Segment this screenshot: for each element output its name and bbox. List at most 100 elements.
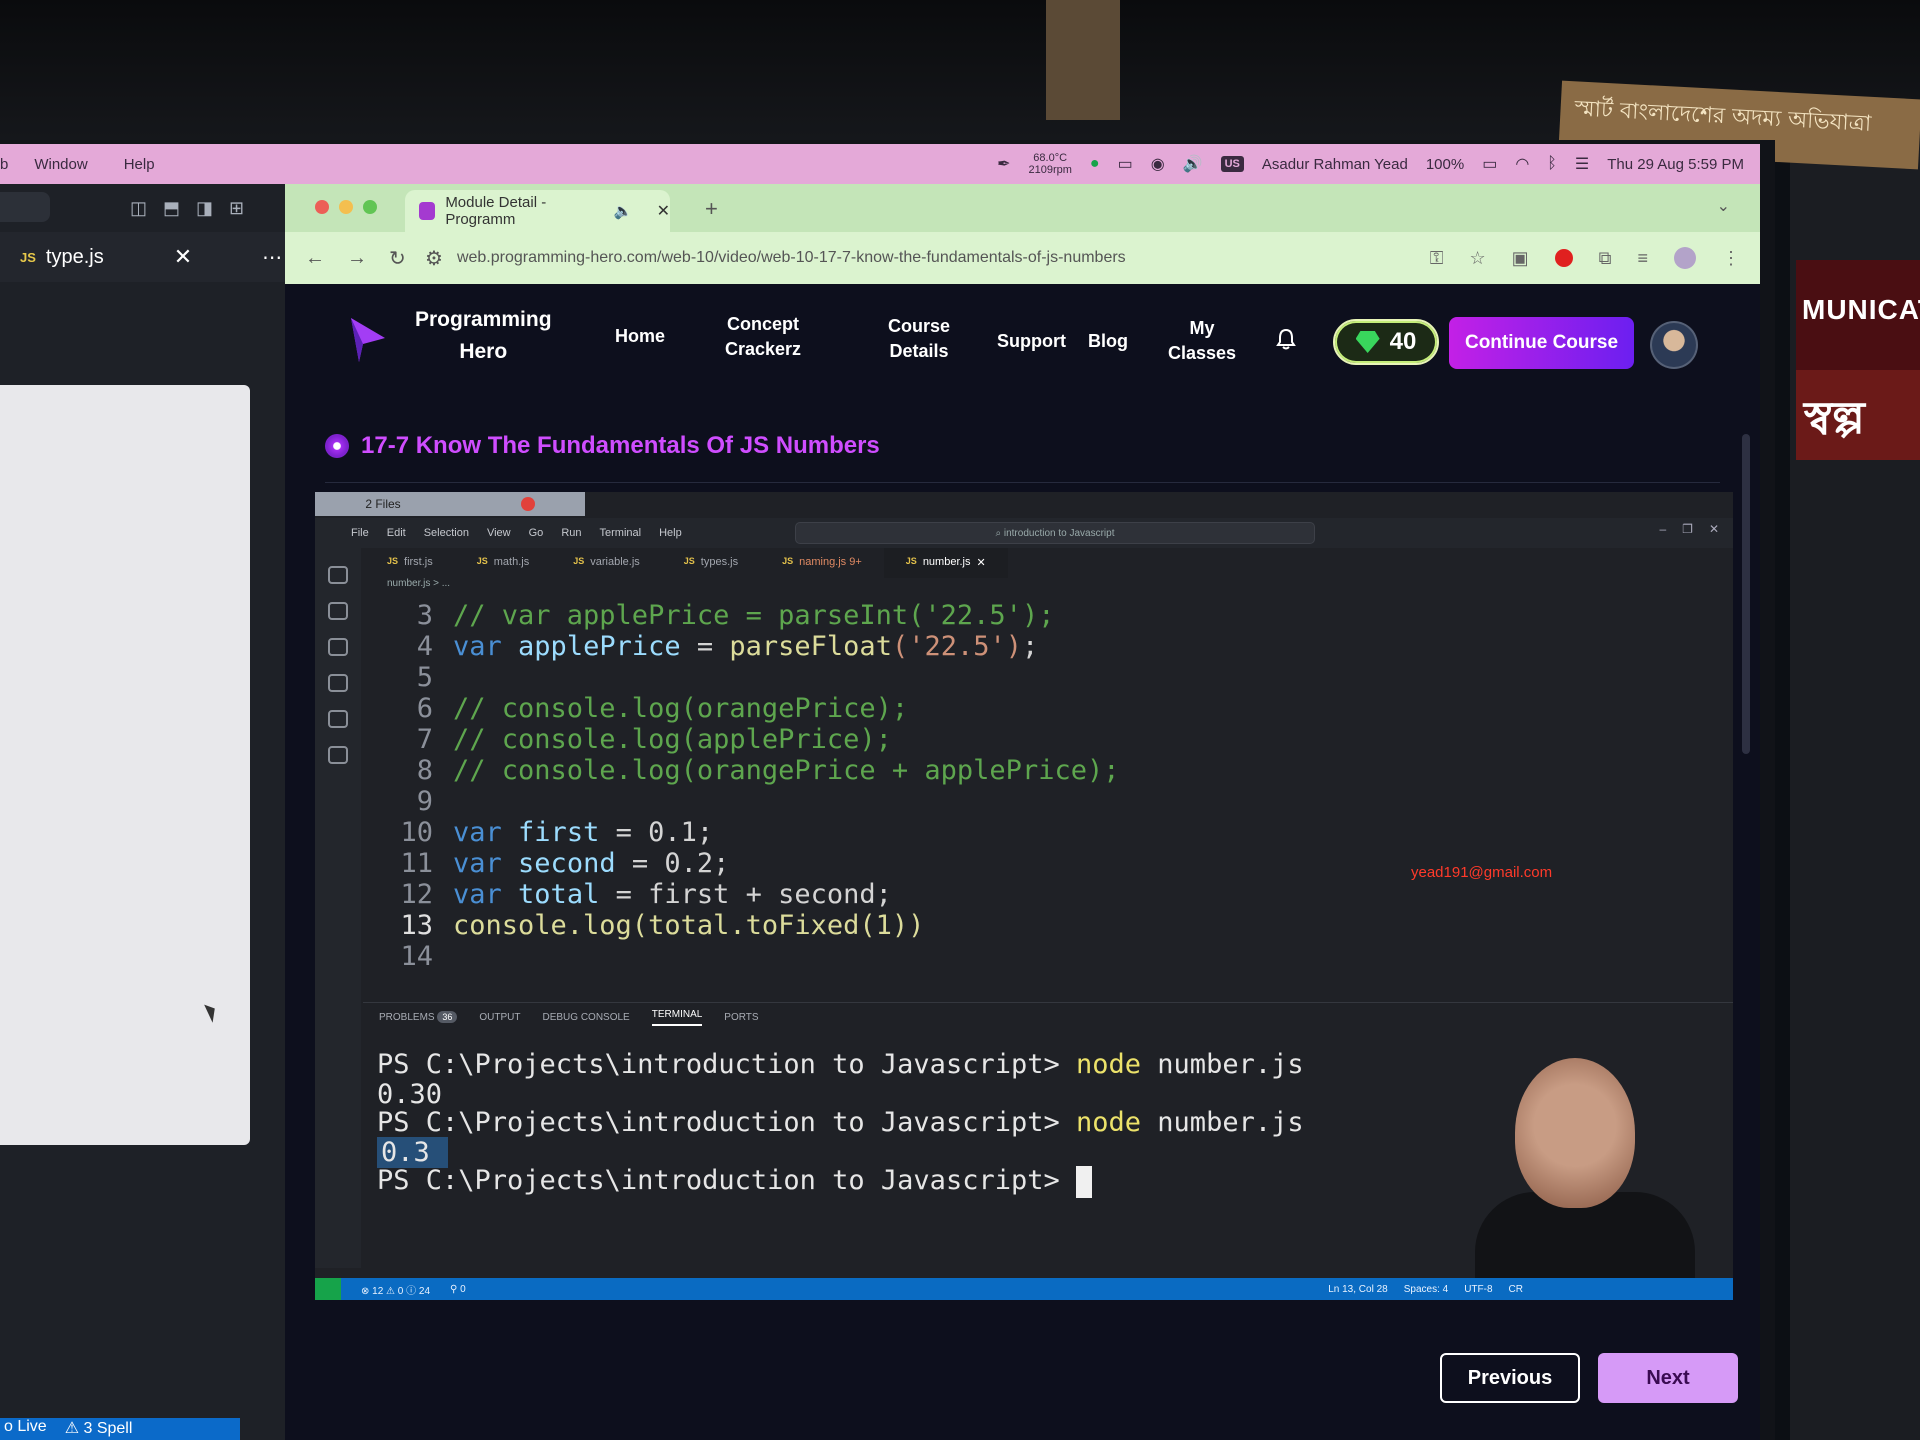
site-navbar: Programming Hero Home Concept Crackerz Cou… bbox=[285, 284, 1760, 394]
site-info-icon[interactable]: ⚙ bbox=[425, 246, 443, 271]
password-key-icon[interactable]: ⚿ bbox=[1430, 248, 1444, 269]
reading-list-icon[interactable]: ≡ bbox=[1637, 248, 1648, 269]
play-icon[interactable]: ◉ bbox=[1151, 154, 1165, 174]
clock[interactable]: Thu 29 Aug 5:59 PM bbox=[1607, 156, 1744, 173]
toggle-panel-icon[interactable]: ⬒ bbox=[163, 198, 180, 219]
previous-button[interactable]: Previous bbox=[1440, 1353, 1580, 1403]
app-icon[interactable]: ● bbox=[1090, 155, 1100, 173]
run-debug-icon bbox=[328, 674, 348, 692]
terminal-line: 0.3 bbox=[377, 1137, 448, 1168]
nav-course-details[interactable]: Course Details bbox=[888, 314, 950, 364]
adblock-extension-icon[interactable] bbox=[1554, 249, 1573, 267]
user-name[interactable]: Asadur Rahman Yead bbox=[1262, 156, 1408, 173]
extension-save-icon[interactable]: ▣ bbox=[1512, 248, 1529, 269]
toolbar-pill[interactable] bbox=[0, 192, 50, 222]
spell-status[interactable]: ⚠ 3 Spell bbox=[65, 1418, 133, 1440]
maximize-window-button[interactable] bbox=[363, 200, 377, 214]
browser-tab-active[interactable]: Module Detail - Programm 🔈 ✕ bbox=[405, 190, 670, 232]
customize-layout-icon[interactable]: ⊞ bbox=[229, 198, 244, 219]
close-window-button[interactable] bbox=[315, 200, 329, 214]
display-icon[interactable]: ▭ bbox=[1118, 154, 1133, 174]
js-file-icon: JS bbox=[20, 249, 36, 265]
vscode-status-bar: ⊗ 12 ⚠ 0 ⓘ 24 ⚲ 0 Ln 13, Col 28 Spaces: … bbox=[315, 1278, 1733, 1300]
next-button[interactable]: Next bbox=[1598, 1353, 1738, 1403]
forward-icon[interactable]: → bbox=[347, 247, 367, 270]
menu-item[interactable]: b bbox=[0, 156, 8, 173]
line-number: 6 bbox=[416, 693, 433, 724]
tab-audio-icon[interactable]: 🔈 bbox=[614, 202, 633, 220]
close-icon[interactable]: ✕ bbox=[174, 244, 192, 270]
battery-percent[interactable]: 100% bbox=[1426, 156, 1464, 173]
profile-avatar-icon[interactable] bbox=[1674, 247, 1696, 269]
close-tab-icon[interactable]: ✕ bbox=[657, 201, 670, 221]
code-line: 10 var first = 0.1; bbox=[363, 817, 1733, 851]
tab-search-chevron-icon[interactable]: ⌄ bbox=[1717, 196, 1730, 216]
live-status[interactable]: o Live bbox=[4, 1418, 47, 1440]
line-number: 8 bbox=[416, 755, 433, 786]
vscode-menu-go: Go bbox=[528, 527, 544, 539]
battery-icon[interactable]: ▭ bbox=[1482, 154, 1497, 174]
editor-tab-type-js[interactable]: JS type.js ✕ ⋯ bbox=[0, 232, 285, 282]
nav-home[interactable]: Home bbox=[615, 324, 665, 349]
lesson-header: 17-7 Know The Fundamentals Of JS Numbers bbox=[325, 432, 880, 460]
nav-support[interactable]: Support bbox=[997, 329, 1066, 354]
brand-name[interactable]: Programming Hero bbox=[415, 304, 552, 368]
close-icon: ✕ bbox=[1708, 522, 1719, 536]
menu-item-window[interactable]: Window bbox=[34, 156, 87, 173]
new-tab-icon[interactable]: + bbox=[705, 196, 718, 222]
code-text: // var applePrice = parseInt('22.5'); bbox=[453, 600, 1055, 631]
nav-label: Concept bbox=[727, 314, 800, 334]
problems-count-badge: 36 bbox=[437, 1011, 458, 1023]
user-avatar[interactable] bbox=[1650, 321, 1698, 369]
back-icon[interactable]: ← bbox=[305, 247, 325, 270]
input-source-badge[interactable]: US bbox=[1220, 156, 1244, 172]
lesson-video-player[interactable]: 2 Files File Edit Selection View Go Run … bbox=[315, 492, 1733, 1300]
nav-blog[interactable]: Blog bbox=[1088, 329, 1128, 354]
code-text: // console.log(applePrice); bbox=[453, 724, 892, 755]
control-center-icon[interactable]: ☰ bbox=[1575, 154, 1589, 174]
close-icon bbox=[520, 497, 535, 511]
panel-tab-output: OUTPUT bbox=[479, 1012, 521, 1023]
explorer-icon bbox=[328, 566, 348, 584]
nav-my-classes[interactable]: My Classes bbox=[1168, 316, 1236, 366]
line-number: 13 bbox=[400, 910, 433, 941]
address-bar[interactable]: ⚙ web.programming-hero.com/web-10/video/… bbox=[425, 242, 1485, 274]
extensions-puzzle-icon[interactable]: ⧉ bbox=[1599, 248, 1612, 269]
url-text[interactable]: web.programming-hero.com/web-10/video/we… bbox=[457, 249, 1126, 267]
source-control-icon bbox=[328, 638, 348, 656]
browser-menu-icon[interactable]: ⋮ bbox=[1722, 248, 1740, 269]
terminal-line: PS C:\Projects\introduction to Javascrip… bbox=[377, 1049, 1304, 1080]
wifi-icon[interactable]: ◠ bbox=[1515, 154, 1529, 174]
code-text: var first = 0.1; bbox=[453, 817, 714, 848]
continue-course-button[interactable]: Continue Course bbox=[1449, 317, 1634, 369]
reload-icon[interactable]: ↻ bbox=[389, 246, 406, 271]
programming-hero-logo-icon[interactable] bbox=[345, 314, 389, 364]
gems-counter[interactable]: 40 bbox=[1333, 319, 1439, 365]
menubar-status-area: ✒ 68.0°C 2109rpm ● ▭ ◉ 🔊 US Asadur Rahman… bbox=[997, 144, 1744, 184]
line-number: 3 bbox=[416, 600, 433, 631]
gems-count: 40 bbox=[1389, 328, 1417, 355]
vscode-menu-file: File bbox=[351, 527, 369, 539]
tab-label: type.js bbox=[45, 245, 104, 268]
feather-icon[interactable]: ✒ bbox=[997, 154, 1010, 174]
terminal-line: 0.30 bbox=[377, 1079, 443, 1110]
search-icon bbox=[328, 602, 348, 620]
presenter-face bbox=[1515, 1058, 1635, 1208]
nav-concept-crackerz[interactable]: Concept Crackerz bbox=[725, 312, 801, 362]
more-actions-icon[interactable]: ⋯ bbox=[262, 245, 282, 270]
notification-bell-icon[interactable] bbox=[1275, 328, 1297, 350]
code-line: 4 var applePrice = parseFloat('22.5'); bbox=[363, 631, 1733, 665]
volume-icon[interactable]: 🔊 bbox=[1183, 154, 1203, 174]
minimize-window-button[interactable] bbox=[339, 200, 353, 214]
cpu-monitor[interactable]: 68.0°C 2109rpm bbox=[1028, 152, 1071, 176]
menu-item-help[interactable]: Help bbox=[124, 156, 155, 173]
gem-icon bbox=[1355, 331, 1380, 353]
bluetooth-icon[interactable]: ᛒ bbox=[1547, 155, 1557, 173]
toggle-secondary-icon[interactable]: ◨ bbox=[196, 198, 213, 219]
code-line: 9 bbox=[363, 786, 1733, 820]
code-text: var second = 0.2; bbox=[453, 848, 730, 879]
bookmark-star-icon[interactable]: ☆ bbox=[1469, 248, 1485, 269]
search-icon: ⌕ bbox=[995, 527, 1004, 539]
page-scrollbar[interactable] bbox=[1742, 434, 1750, 754]
toggle-sidebar-icon[interactable]: ◫ bbox=[130, 198, 147, 219]
